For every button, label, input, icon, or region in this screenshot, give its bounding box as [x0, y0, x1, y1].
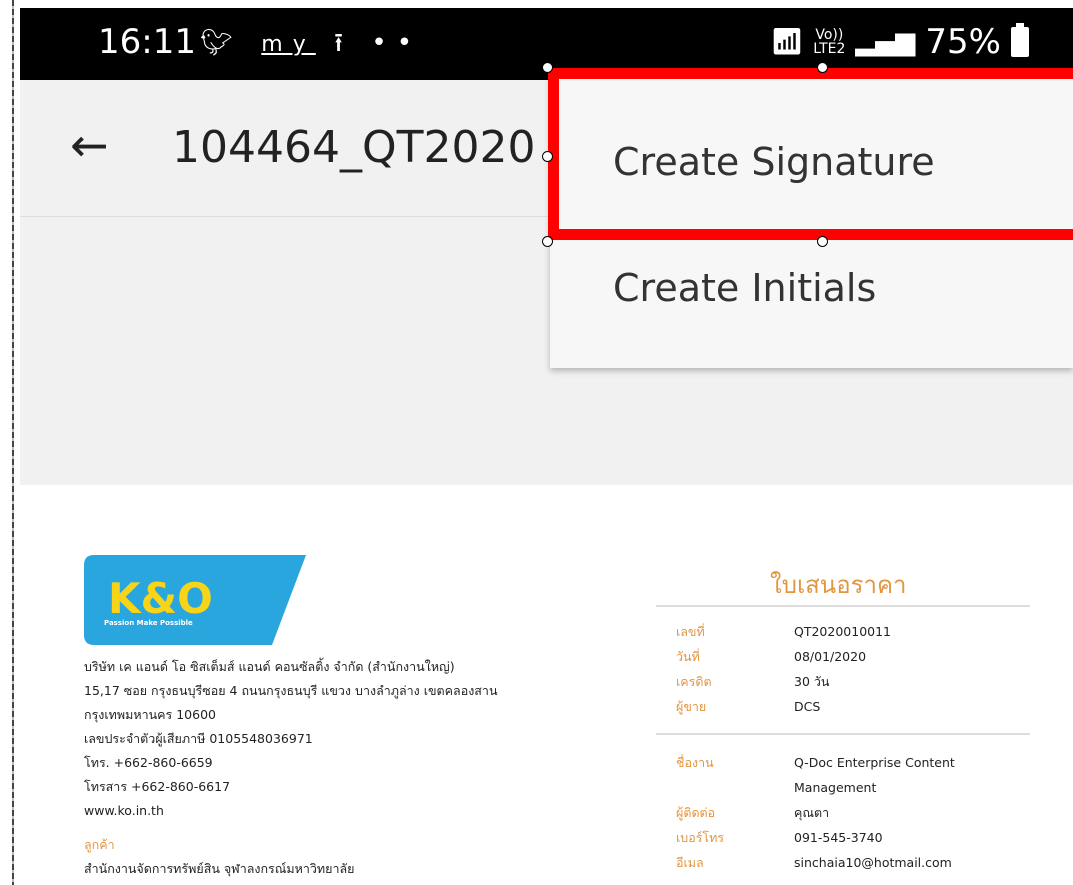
company-logo: K&O Passion Make Possible: [84, 555, 306, 649]
customer-label: ลูกค้า: [84, 837, 115, 852]
wifi-icon: 📶︎: [770, 27, 804, 57]
divider: [656, 605, 1030, 607]
table-row: ผู้ติดต่อ คุณตา: [676, 804, 830, 820]
my-ais-icon: my: [261, 32, 316, 57]
highlight-box: [548, 68, 1073, 240]
resize-handle[interactable]: [817, 236, 828, 247]
more-dots-icon: ••: [371, 28, 423, 58]
table-row: Management: [794, 780, 877, 795]
status-time: 16:11: [98, 22, 196, 62]
resize-handle[interactable]: [817, 62, 828, 73]
document-page: K&O Passion Make Possible บริษัท เค แอนด…: [20, 485, 1073, 885]
left-margin: [0, 0, 10, 885]
divider: [656, 733, 1030, 735]
company-info: บริษัท เค แอนด์ โอ ซิสเต็มส์ แอนด์ คอนซั…: [84, 655, 498, 881]
status-right: 📶︎ Vo)) LTE2 ▂▄▆ 75%: [770, 22, 1029, 62]
network-label: Vo)) LTE2: [813, 27, 846, 57]
resize-handle[interactable]: [542, 151, 553, 162]
contact-info-table: ชื่องาน Q-Doc Enterprise Content Manageme…: [676, 750, 955, 875]
quote-info-table: เลขที่ QT2020010011 วันที่ 08/01/2020 เครด…: [676, 619, 891, 719]
signal-icon: ▂▄▆: [855, 27, 916, 57]
table-row: เลขที่ QT2020010011: [676, 623, 892, 640]
dashed-edge-guide: [12, 0, 14, 885]
menu-item-create-initials[interactable]: Create Initials: [613, 266, 876, 310]
table-row: เครดิต 30 วัน: [676, 673, 830, 689]
resize-handle[interactable]: [542, 236, 553, 247]
table-row: ชื่องาน Q-Doc Enterprise Content: [676, 754, 955, 771]
table-row: เบอร์โทร 091-545-3740: [676, 829, 883, 846]
customer-name: สำนักงานจัดการทรัพย์สิน จุฬาลงกรณ์มหาวิท…: [84, 861, 355, 876]
logo-text: K&O: [108, 574, 213, 623]
resize-handle[interactable]: [542, 62, 553, 73]
battery-icon: [1011, 23, 1029, 57]
table-row: อีเมล sinchaia10@hotmail.com: [676, 854, 952, 871]
back-arrow-icon[interactable]: ←: [70, 118, 109, 172]
table-row: ผู้ขาย DCS: [676, 698, 821, 715]
battery-level: 75%: [925, 22, 1001, 62]
upload-icon: ⭱: [334, 28, 354, 58]
notification-icons: 🐦︎ my ⭱ ••: [200, 24, 422, 68]
table-row: วันที่ 08/01/2020: [676, 648, 867, 665]
quote-title: ใบเสนอราคา: [770, 571, 907, 599]
logo-tagline: Passion Make Possible: [104, 619, 193, 627]
document-title: 104464_QT2020: [172, 122, 536, 173]
twitter-icon: 🐦︎: [200, 28, 244, 58]
